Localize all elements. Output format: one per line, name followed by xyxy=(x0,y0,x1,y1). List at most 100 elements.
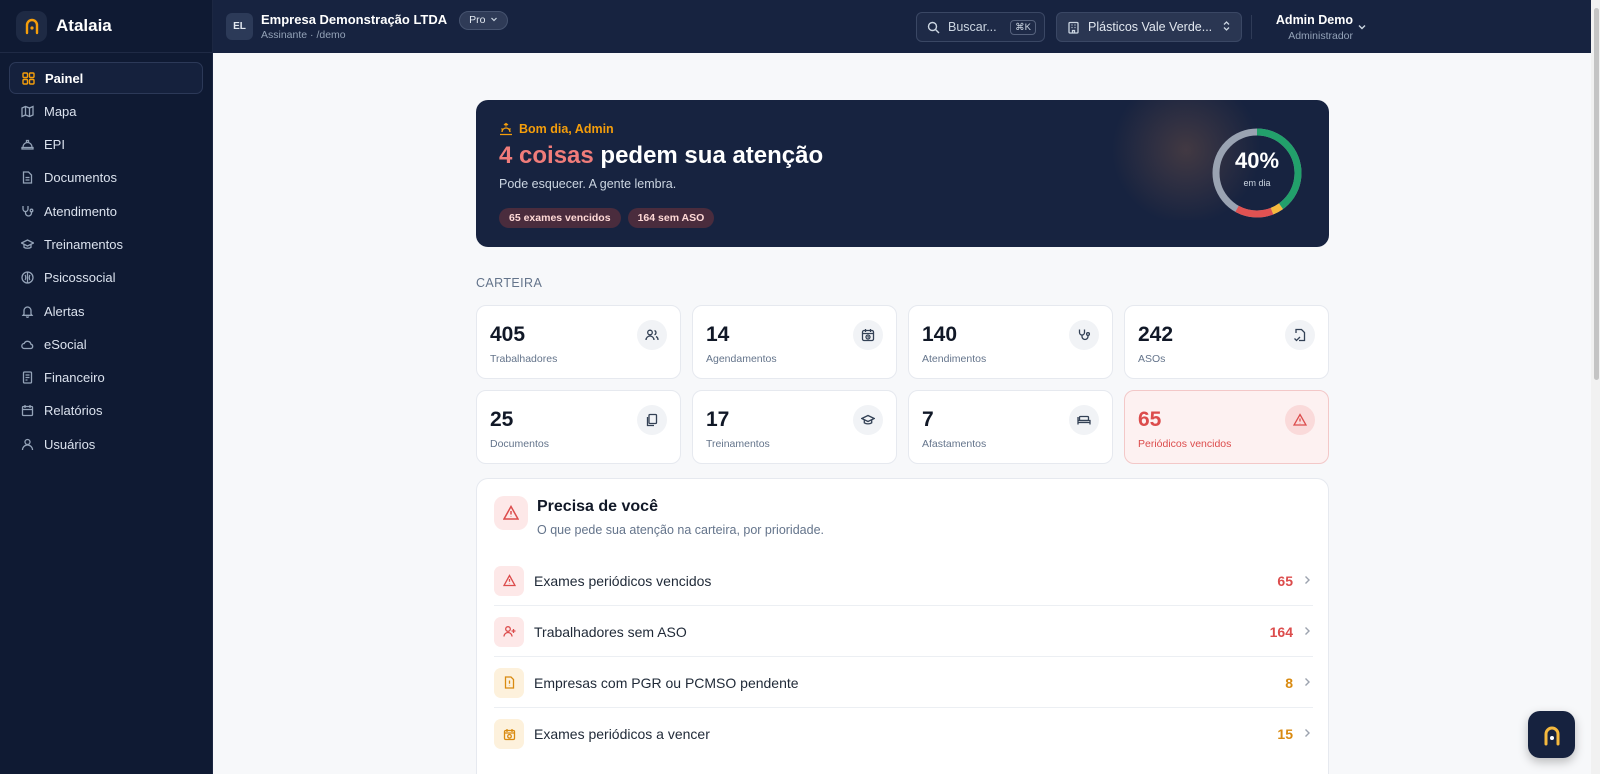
plan-label: Pro xyxy=(469,14,486,26)
stat-value: 242 xyxy=(1138,323,1174,346)
row-count: 15 xyxy=(1277,726,1293,742)
org-switcher[interactable]: Empresa Demonstração LTDA Assinante · /d… xyxy=(261,12,447,41)
assistant-button[interactable] xyxy=(1528,711,1575,758)
sidebar-item-label: Documentos xyxy=(44,170,117,186)
carteira-label: CARTEIRA xyxy=(476,276,543,290)
sidebar-item-esocial[interactable]: eSocial xyxy=(9,328,203,360)
users-icon xyxy=(637,320,667,350)
attention-row-pgr-pcmso[interactable]: Empresas com PGR ou PCMSO pendente 8 xyxy=(494,658,1313,708)
stat-card-atendimentos[interactable]: 140 Atendimentos xyxy=(908,305,1113,379)
stat-card-asos[interactable]: 242 ASOs xyxy=(1124,305,1329,379)
gauge-caption: em dia xyxy=(1243,178,1271,188)
helmet-icon xyxy=(20,138,34,152)
sidebar-item-documentos[interactable]: Documentos xyxy=(9,162,203,194)
hero-title-rest: pedem sua atenção xyxy=(600,142,824,169)
row-count: 164 xyxy=(1269,623,1293,640)
sidebar-item-epi[interactable]: EPI xyxy=(9,129,203,161)
stat-label: Atendimentos xyxy=(922,353,987,365)
sidebar-item-label: Usuários xyxy=(44,436,96,452)
compliance-gauge: 40% em dia xyxy=(1210,126,1304,220)
search-button[interactable]: Buscar... ⌘K xyxy=(916,12,1045,42)
stat-label: Treinamentos xyxy=(706,438,770,450)
stat-value: 14 xyxy=(706,323,730,346)
org-avatar[interactable]: EL xyxy=(226,13,253,40)
topbar: EL Empresa Demonstração LTDA Assinante ·… xyxy=(213,0,1591,53)
users-icon xyxy=(20,437,34,451)
attention-hero: Bom dia, Admin 4 coisas pedem sua atençã… xyxy=(476,100,1329,247)
stat-card-documentos[interactable]: 25 Documentos xyxy=(476,390,681,464)
sidebar-item-atendimento[interactable]: Atendimento xyxy=(9,195,203,227)
search-icon xyxy=(927,21,940,34)
attention-row-a-vencer[interactable]: Exames periódicos a vencer 15 xyxy=(494,709,1313,759)
user-menu[interactable]: Admin Demo Administrador xyxy=(1265,13,1353,42)
hero-title-highlight: 4 coisas xyxy=(499,142,594,169)
calendar-report-icon xyxy=(20,404,34,418)
stat-value: 17 xyxy=(706,408,730,431)
greeting: Bom dia, Admin xyxy=(499,122,614,136)
stat-value: 140 xyxy=(922,323,958,346)
sunrise-icon xyxy=(499,122,513,136)
attention-row-sem-aso[interactable]: Trabalhadores sem ASO 164 xyxy=(494,607,1313,657)
sidebar-item-usuarios[interactable]: Usuários xyxy=(9,428,203,460)
scrollbar-thumb[interactable] xyxy=(1594,8,1599,380)
row-label: Exames periódicos a vencer xyxy=(534,726,710,742)
brain-icon xyxy=(20,271,34,285)
sidebar-item-painel[interactable]: Painel xyxy=(9,62,203,94)
hero-tags: 65 exames vencidos 164 sem ASO xyxy=(499,208,715,228)
sidebar-item-alertas[interactable]: Alertas xyxy=(9,295,203,327)
sidebar-item-label: eSocial xyxy=(44,336,87,352)
chevron-right-icon xyxy=(1303,725,1313,743)
hero-subtitle: Pode esquecer. A gente lembra. xyxy=(499,177,677,191)
stat-card-treinamentos[interactable]: 17 Treinamentos xyxy=(692,390,897,464)
bell-icon xyxy=(20,304,34,318)
chevron-down-icon xyxy=(490,14,498,26)
sidebar-item-relatorios[interactable]: Relatórios xyxy=(9,395,203,427)
sidebar-item-label: Relatórios xyxy=(44,403,103,419)
sidebar-item-label: Financeiro xyxy=(44,370,105,386)
row-label: Empresas com PGR ou PCMSO pendente xyxy=(534,674,799,691)
user-plus-icon xyxy=(494,616,524,647)
org-name: Empresa Demonstração LTDA xyxy=(261,12,448,27)
sidebar-item-treinamentos[interactable]: Treinamentos xyxy=(9,228,203,260)
sidebar-item-label: Atendimento xyxy=(44,203,117,219)
sidebar-item-label: Alertas xyxy=(44,303,85,319)
chevron-right-icon xyxy=(1303,572,1313,590)
chevron-down-icon[interactable] xyxy=(1357,19,1367,37)
hero-title: 4 coisas pedem sua atenção xyxy=(499,142,823,170)
brand[interactable]: Atalaia xyxy=(0,0,212,53)
receipt-icon xyxy=(20,371,34,385)
stat-card-agendamentos[interactable]: 14 Agendamentos xyxy=(692,305,897,379)
panel-title: Precisa de você xyxy=(537,498,658,515)
sidebar-item-label: Treinamentos xyxy=(44,236,123,252)
row-label: Exames periódicos vencidos xyxy=(534,572,712,589)
sidebar-item-mapa[interactable]: Mapa xyxy=(9,95,203,127)
user-name: Admin Demo xyxy=(1275,13,1353,27)
stat-card-afastamentos[interactable]: 7 Afastamentos xyxy=(908,390,1113,464)
stat-label: ASOs xyxy=(1138,353,1166,365)
plan-badge[interactable]: Pro xyxy=(459,10,508,30)
stat-value: 7 xyxy=(922,408,934,431)
stat-value: 25 xyxy=(490,408,514,431)
tag-sem-aso[interactable]: 164 sem ASO xyxy=(627,208,715,228)
tag-exames-vencidos[interactable]: 65 exames vencidos xyxy=(499,208,621,228)
attention-row-exames-vencidos[interactable]: Exames periódicos vencidos 65 xyxy=(494,556,1313,606)
stethoscope-icon xyxy=(1069,320,1099,350)
stethoscope-icon xyxy=(20,204,34,218)
stat-card-periodicos-vencidos[interactable]: 65 Periódicos vencidos xyxy=(1124,390,1329,464)
company-name: Plásticos Vale Verde... xyxy=(1088,20,1213,34)
panel-subtitle: O que pede sua atenção na carteira, por … xyxy=(537,523,824,537)
stat-card-trabalhadores[interactable]: 405 Trabalhadores xyxy=(476,305,681,379)
graduation-cap-icon xyxy=(20,237,34,251)
sidebar-item-financeiro[interactable]: Financeiro xyxy=(9,362,203,394)
company-select[interactable]: Plásticos Vale Verde... xyxy=(1056,12,1242,42)
stat-label: Agendamentos xyxy=(706,353,777,365)
user-role: Administrador xyxy=(1288,30,1353,42)
bed-icon xyxy=(1069,405,1099,435)
sidebar-item-psicossocial[interactable]: Psicossocial xyxy=(9,262,203,294)
cloud-icon xyxy=(20,337,34,351)
stat-value: 65 xyxy=(1138,408,1162,431)
sidebar-item-label: Psicossocial xyxy=(44,270,116,286)
sidebar-item-label: Painel xyxy=(45,70,84,86)
map-icon xyxy=(20,104,34,118)
chevron-right-icon xyxy=(1303,674,1313,692)
